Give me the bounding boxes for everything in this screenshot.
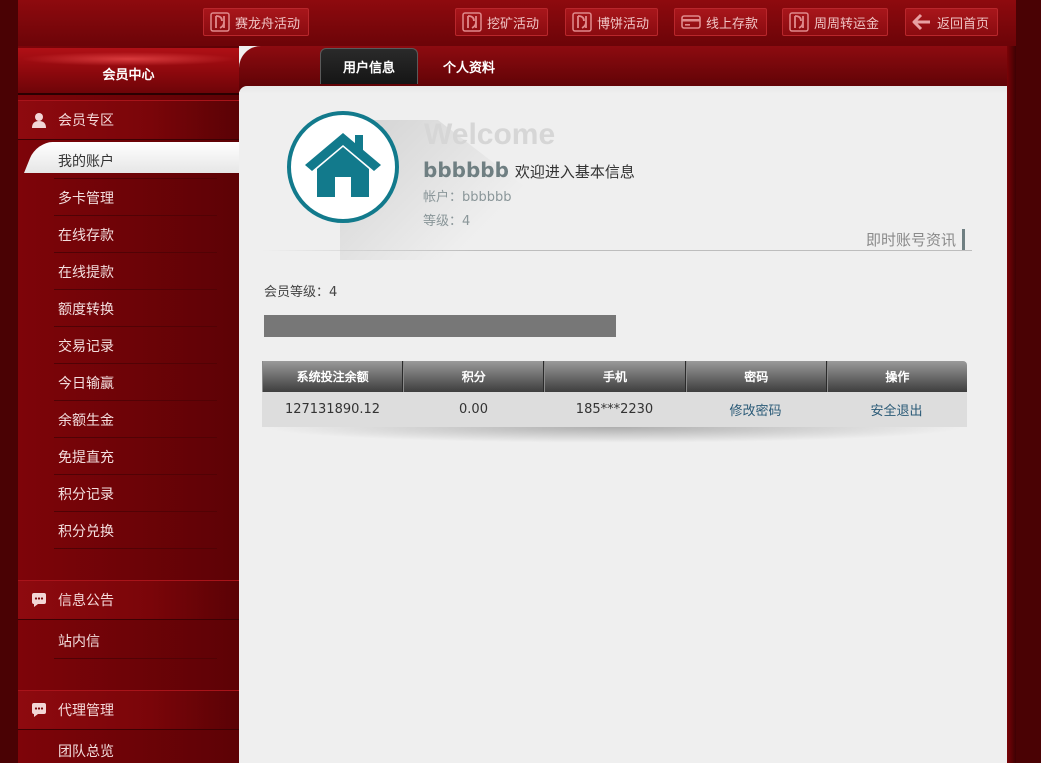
top-nav-label: 赛龙舟活动 — [235, 16, 301, 32]
sidebar-item-balance-interest[interactable]: 余额生金 — [18, 401, 239, 438]
level-info: 等级：4 — [423, 210, 470, 229]
top-nav-weekly-bonus[interactable]: 周周转运金 — [782, 8, 889, 36]
section-title: 代理管理 — [58, 703, 114, 719]
cell-points: 0.00 — [459, 402, 488, 417]
top-nav-bobing[interactable]: 博饼活动 — [565, 8, 659, 36]
section-title: 会员专区 — [58, 113, 114, 129]
user-icon — [30, 111, 48, 129]
sidebar-item-label: 在线存款 — [58, 227, 114, 244]
tab-user-info[interactable]: 用户信息 — [320, 48, 418, 84]
table-header: 系统投注余额 积分 手机 密码 操作 — [262, 361, 968, 392]
level-progress-bar — [264, 315, 616, 337]
sidebar-item-label: 积分记录 — [58, 486, 114, 503]
brand-logo-icon — [462, 12, 482, 32]
chat-bubble-icon — [30, 591, 48, 609]
sidebar-item-today-winloss[interactable]: 今日输赢 — [18, 364, 239, 401]
sidebar-item-transactions[interactable]: 交易记录 — [18, 327, 239, 364]
table-row: 127131890.12 0.00 185***2230 修改密码 安全退出 — [262, 392, 967, 427]
section-agent-management[interactable]: 代理管理 — [18, 690, 239, 730]
section-title: 信息公告 — [58, 593, 114, 609]
section-member-zone[interactable]: 会员专区 — [18, 100, 239, 140]
sidebar-item-points-exchange[interactable]: 积分兑换 — [18, 512, 239, 549]
sidebar-item-points-record[interactable]: 积分记录 — [18, 475, 239, 512]
brand-logo-icon — [789, 12, 809, 32]
tab-label: 个人资料 — [442, 60, 495, 76]
sidebar-item-label: 余额生金 — [58, 412, 114, 429]
header-points: 积分 — [403, 361, 545, 392]
table-shadow — [262, 427, 967, 443]
sidebar: 会员中心 会员专区 我的账户 多卡管理 在线存款 在线提款 额度转换 交易记录 … — [18, 46, 252, 763]
sidebar-item-label: 团队总览 — [58, 743, 114, 760]
username-line: bbbbbb 欢迎进入基本信息 — [423, 158, 635, 182]
top-nav-mining[interactable]: 挖矿活动 — [455, 8, 549, 36]
tab-label: 用户信息 — [342, 61, 395, 76]
sidebar-item-inbox[interactable]: 站内信 — [18, 622, 239, 659]
member-level: 会员等级：4 — [264, 281, 337, 300]
sidebar-item-direct-recharge[interactable]: 免提直充 — [18, 438, 239, 475]
divider — [262, 250, 972, 251]
sidebar-item-label: 多卡管理 — [58, 190, 114, 207]
sidebar-item-online-deposit[interactable]: 在线存款 — [18, 216, 239, 253]
realtime-account-info: 即时账号资讯 — [866, 229, 966, 250]
member-level-value: 4 — [329, 285, 338, 300]
safe-logout-link[interactable]: 安全退出 — [826, 392, 967, 427]
section-announcements[interactable]: 信息公告 — [18, 580, 239, 620]
cell-balance: 127131890.12 — [284, 402, 381, 417]
level-label: 等级： — [423, 214, 463, 229]
sidebar-item-online-withdraw[interactable]: 在线提款 — [18, 253, 239, 290]
member-level-label: 会员等级： — [264, 285, 330, 300]
sidebar-item-label: 今日输赢 — [58, 375, 114, 392]
chat-bubble-icon — [30, 701, 48, 719]
header-operation: 操作 — [826, 361, 968, 392]
sidebar-item-label: 我的账户 — [58, 153, 114, 170]
brand-logo-icon — [572, 12, 592, 32]
top-nav-dragon-boat[interactable]: 赛龙舟活动 — [203, 8, 310, 36]
account-value: bbbbbb — [462, 190, 512, 205]
level-value: 4 — [462, 214, 471, 229]
top-nav-online-deposit[interactable]: 线上存款 — [674, 8, 768, 36]
top-nav-label: 挖矿活动 — [487, 16, 540, 32]
sidebar-item-label: 交易记录 — [58, 338, 114, 355]
account-summary-table: 系统投注余额 积分 手机 密码 操作 127131890.12 0.00 185… — [262, 361, 968, 427]
header-phone: 手机 — [544, 361, 686, 392]
brand-logo-icon — [210, 12, 230, 32]
cell-phone: 185***2230 — [575, 402, 654, 417]
top-nav-label: 周周转运金 — [814, 16, 880, 32]
tab-profile[interactable]: 个人资料 — [420, 48, 518, 84]
top-nav-label: 线上存款 — [706, 16, 759, 32]
header-balance: 系统投注余额 — [262, 361, 404, 392]
account-label: 帐户： — [423, 190, 463, 205]
sidebar-title: 会员中心 — [102, 68, 155, 83]
welcome-subtitle: 欢迎进入基本信息 — [514, 163, 635, 181]
header-password: 密码 — [685, 361, 827, 392]
sidebar-item-label: 在线提款 — [58, 264, 114, 281]
top-nav-home[interactable]: 返回首页 — [905, 8, 999, 36]
top-nav-label: 博饼活动 — [597, 16, 650, 32]
frame-edge — [1007, 0, 1016, 763]
arrow-left-icon — [912, 12, 932, 32]
username: bbbbbb — [423, 158, 509, 182]
sidebar-item-label: 额度转换 — [58, 301, 114, 318]
welcome-heading: Welcome — [424, 118, 556, 151]
sidebar-item-my-account[interactable]: 我的账户 — [18, 142, 252, 179]
sidebar-item-multi-card[interactable]: 多卡管理 — [18, 179, 239, 216]
sidebar-item-team-overview[interactable]: 团队总览 — [18, 732, 239, 763]
sidebar-item-label: 积分兑换 — [58, 523, 114, 540]
sidebar-item-transfer[interactable]: 额度转换 — [18, 290, 239, 327]
home-icon — [303, 129, 383, 205]
sidebar-item-label: 站内信 — [58, 633, 100, 650]
home-avatar — [287, 111, 399, 223]
top-nav-label: 返回首页 — [937, 16, 990, 32]
credit-card-icon — [681, 12, 701, 32]
sidebar-item-label: 免提直充 — [58, 449, 114, 466]
account-info: 帐户：bbbbbb — [423, 186, 512, 205]
change-password-link[interactable]: 修改密码 — [685, 392, 826, 427]
tab-bar-edge — [239, 86, 1007, 94]
